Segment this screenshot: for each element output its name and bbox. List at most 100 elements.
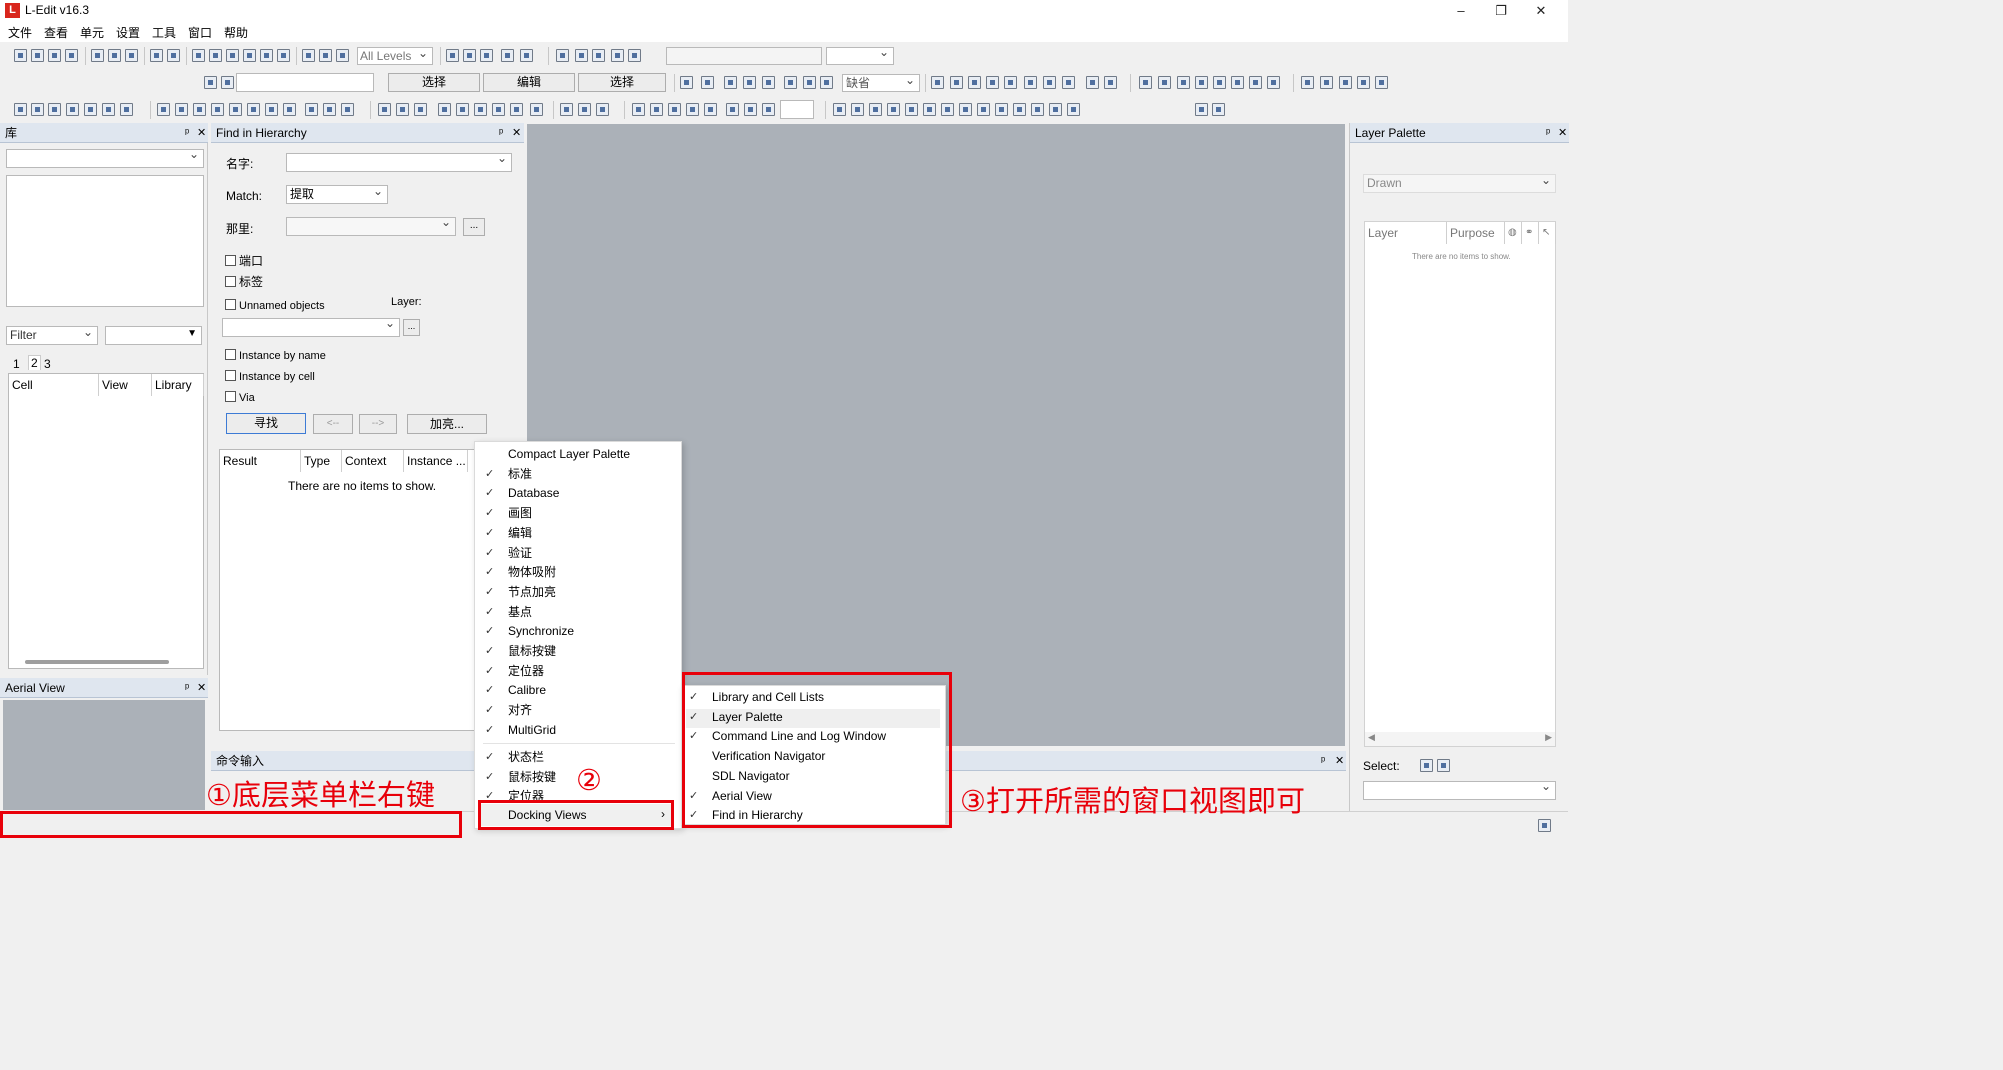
column-instance[interactable]: Instance ... — [404, 450, 468, 472]
context-menu-item[interactable]: ✓ 画图 — [475, 504, 681, 523]
column-context[interactable]: Context — [342, 450, 404, 472]
pointer-icon[interactable] — [680, 76, 693, 89]
bulb-icon[interactable] — [1213, 76, 1226, 89]
layer-list-scrollbar[interactable]: ◀ ▶ — [1365, 732, 1555, 746]
slice-icon[interactable] — [265, 103, 278, 116]
orthogonal-polygon-icon[interactable] — [743, 76, 756, 89]
open-file-icon[interactable] — [31, 49, 44, 62]
command-field[interactable] — [236, 73, 374, 92]
drc-icon[interactable] — [1139, 76, 1152, 89]
visibility-column-icon[interactable]: ◍ — [1505, 222, 1522, 244]
distance-icon[interactable] — [492, 103, 505, 116]
new-file-icon[interactable] — [14, 49, 27, 62]
cell-info-icon[interactable] — [480, 49, 493, 62]
close-panel-icon[interactable]: ✕ — [197, 123, 206, 143]
distribute-icon[interactable] — [923, 103, 936, 116]
drc-box-icon[interactable] — [48, 103, 61, 116]
minimize-button[interactable]: – — [1441, 0, 1481, 22]
drc-run-small-icon[interactable] — [14, 103, 27, 116]
where-browse-button[interactable]: ... — [463, 218, 485, 236]
home-view-icon[interactable] — [260, 49, 273, 62]
box-tool-icon[interactable] — [701, 76, 714, 89]
snap-corner-icon[interactable] — [632, 103, 645, 116]
save-copy-icon[interactable] — [592, 49, 605, 62]
menu-setup[interactable]: 设置 — [116, 24, 140, 41]
magnify-icon[interactable] — [1195, 76, 1208, 89]
instance-tool-icon[interactable] — [1086, 76, 1099, 89]
spacing-icon[interactable] — [941, 103, 954, 116]
ungroup-icon[interactable] — [977, 103, 990, 116]
tab-1[interactable]: 1 — [13, 357, 20, 371]
boolean-icon[interactable] — [157, 103, 170, 116]
wrench-icon[interactable] — [341, 103, 354, 116]
print-icon[interactable] — [65, 49, 78, 62]
align-grid-icon[interactable] — [1067, 103, 1080, 116]
menu-window[interactable]: 窗口 — [188, 24, 212, 41]
node-highlight-icon[interactable] — [726, 103, 739, 116]
chain-icon[interactable] — [1049, 103, 1062, 116]
cell-name-icon[interactable] — [305, 103, 318, 116]
multigrid-icon[interactable] — [1013, 103, 1026, 116]
column-result[interactable]: Result — [220, 450, 301, 472]
tool-probe-icon[interactable] — [84, 103, 97, 116]
align-icon[interactable] — [378, 103, 391, 116]
flip-v-icon[interactable] — [869, 103, 882, 116]
layer-list[interactable]: Layer Purpose ◍ ⚭ ↖ There are no items t… — [1364, 221, 1556, 747]
cell-list[interactable]: Cell View Library — [8, 373, 204, 669]
drawn-select[interactable]: Drawn — [1363, 172, 1556, 193]
match-select[interactable]: 提取 — [286, 183, 388, 204]
window-icon[interactable] — [611, 49, 624, 62]
paste-icon[interactable] — [125, 49, 138, 62]
group-icon[interactable] — [959, 103, 972, 116]
settings-gear-icon[interactable] — [438, 103, 451, 116]
node-highlight-2-icon[interactable] — [744, 103, 757, 116]
layers-icon[interactable] — [520, 49, 533, 62]
pin-icon[interactable]: ᵖ — [499, 123, 503, 143]
close-panel-icon[interactable]: ✕ — [512, 123, 521, 143]
tab-3[interactable]: 3 — [44, 357, 51, 371]
lock-column-icon[interactable]: ⚭ — [1522, 222, 1539, 244]
node-icon[interactable] — [323, 103, 336, 116]
pen-tool-icon[interactable] — [1195, 103, 1208, 116]
save-icon[interactable] — [575, 49, 588, 62]
snap-icon[interactable] — [414, 103, 427, 116]
binoculars-icon[interactable] — [226, 49, 239, 62]
cross-section-icon[interactable] — [1249, 76, 1262, 89]
ruler-h-icon[interactable] — [474, 103, 487, 116]
menu-cell[interactable]: 单元 — [80, 24, 104, 41]
column-type[interactable]: Type — [301, 450, 342, 472]
base-point-icon[interactable] — [833, 103, 846, 116]
context-menu-item[interactable]: ✓ 基点 — [475, 603, 681, 622]
name-input[interactable] — [286, 151, 512, 172]
tool-graph-icon[interactable] — [120, 103, 133, 116]
pin-icon[interactable]: ᵖ — [185, 123, 189, 143]
grid-lock-icon[interactable] — [1031, 103, 1044, 116]
node-highlight-3-icon[interactable] — [762, 103, 775, 116]
column-purpose[interactable]: Purpose — [1447, 222, 1505, 244]
slider-icon[interactable] — [456, 103, 469, 116]
merge-icon[interactable] — [283, 103, 296, 116]
ext-run-icon[interactable] — [31, 103, 44, 116]
column-icon[interactable] — [560, 103, 573, 116]
align-center-icon[interactable] — [530, 103, 543, 116]
instance-by-name-checkbox[interactable]: Instance by name — [225, 349, 326, 362]
column-view[interactable]: View — [99, 374, 152, 396]
aerial-view-canvas[interactable] — [3, 700, 205, 810]
pin-icon[interactable]: ᵖ — [185, 678, 189, 698]
context-menu-item[interactable]: Compact Layer Palette — [475, 445, 681, 464]
filter-combo[interactable]: ▼ — [105, 326, 202, 345]
select-column-icon[interactable]: ↖ — [1539, 222, 1556, 244]
port-checkbox[interactable]: 端口 — [225, 252, 263, 269]
snap-mid-icon[interactable] — [668, 103, 681, 116]
copy-icon[interactable] — [108, 49, 121, 62]
grid-icon[interactable] — [628, 49, 641, 62]
library-icon[interactable] — [446, 49, 459, 62]
context-menu-item[interactable]: ✓ Calibre — [475, 681, 681, 700]
pen-icon[interactable] — [1231, 76, 1244, 89]
mirror-icon[interactable] — [887, 103, 900, 116]
via-checkbox[interactable]: Via — [225, 391, 255, 404]
diagonal-wire-icon[interactable] — [803, 76, 816, 89]
flip-h-icon[interactable] — [851, 103, 864, 116]
undo-icon[interactable] — [150, 49, 163, 62]
context-menu-item[interactable]: ✓ 节点加亮 — [475, 583, 681, 602]
